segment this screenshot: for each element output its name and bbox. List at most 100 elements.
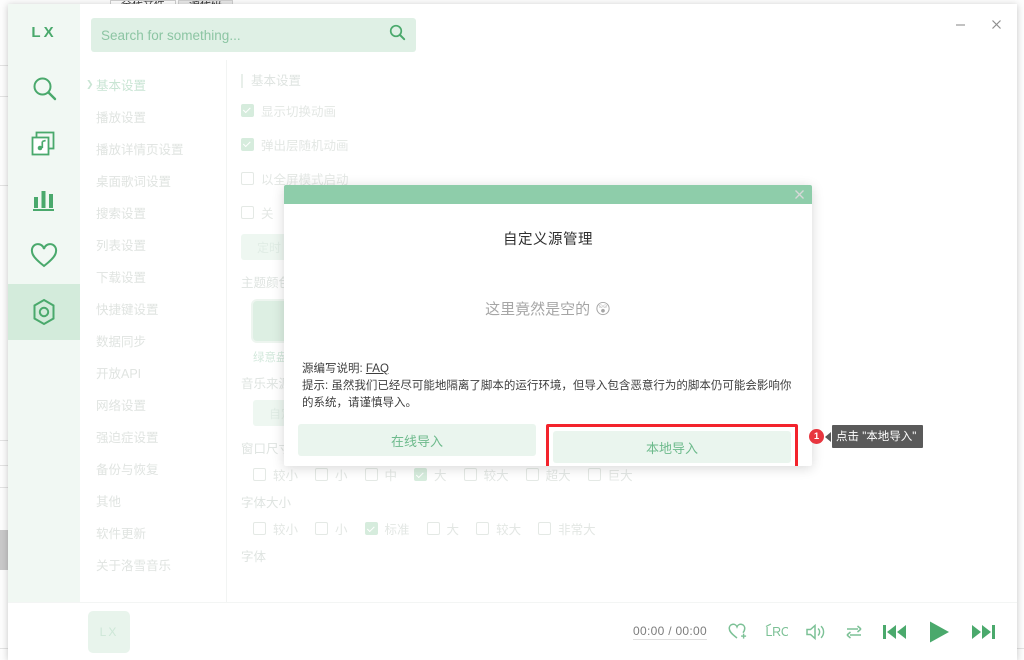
sidebar-item-settings[interactable] (8, 284, 80, 340)
add-to-favorites-icon[interactable] (728, 622, 748, 641)
topbar (80, 4, 1017, 60)
checkbox-box[interactable] (476, 522, 490, 535)
settings-nav-item-play[interactable]: 播放设置 (80, 100, 226, 132)
option-label: 较小 (273, 523, 299, 537)
sidebar-item-ranking[interactable] (8, 172, 80, 228)
option-font-size[interactable]: 较大 (476, 519, 521, 538)
checkbox-box[interactable] (253, 468, 266, 481)
checkbox-box[interactable] (463, 468, 477, 481)
close-icon (990, 18, 1003, 36)
option-window-size[interactable]: 小 (315, 465, 348, 484)
volume-icon[interactable] (805, 623, 827, 641)
settings-nav-item-download[interactable]: 下载设置 (80, 260, 226, 292)
close-icon[interactable] (793, 188, 806, 201)
font-label: 字体 (241, 550, 267, 564)
checkbox-box[interactable] (315, 522, 329, 535)
settings-nav-item-basic[interactable]: ❯ 基本设置 (80, 68, 226, 100)
option-font-size[interactable]: 标准 (364, 519, 410, 538)
option-window-size[interactable]: 巨大 (587, 465, 633, 484)
previous-track-button[interactable] (881, 621, 908, 643)
settings-nav-item-ocd[interactable]: 强迫症设置 (80, 420, 226, 452)
search-input[interactable] (101, 27, 389, 43)
checkbox-label: 弹出层随机动画 (261, 138, 349, 153)
checkbox-box[interactable] (241, 171, 254, 185)
settings-nav-item-desktop-lyrics[interactable]: 桌面歌词设置 (80, 164, 226, 196)
option-font-size[interactable]: 大 (426, 519, 459, 538)
settings-nav-item-backup-restore[interactable]: 备份与恢复 (80, 452, 226, 484)
faq-link[interactable]: FAQ (366, 363, 389, 375)
album-art-placeholder[interactable]: LX (88, 610, 130, 653)
sidebar-item-search[interactable] (8, 60, 80, 116)
settings-nav-label: 关于洛雪音乐 (96, 558, 172, 573)
settings-nav-item-network[interactable]: 网络设置 (80, 388, 226, 420)
option-window-size[interactable]: 较大 (463, 465, 509, 484)
settings-nav-item-data-sync[interactable]: 数据同步 (80, 324, 226, 356)
checkbox-box[interactable] (587, 468, 601, 481)
close-button[interactable] (979, 14, 1013, 40)
option-label: 较大 (496, 523, 522, 537)
sidebar-item-favorites[interactable] (8, 228, 80, 284)
checkbox-box[interactable] (364, 468, 378, 481)
chart-ranking-icon (31, 188, 57, 212)
settings-nav-label: 快捷键设置 (96, 302, 159, 317)
search-bar[interactable] (91, 18, 416, 52)
option-font-size[interactable]: 较小 (253, 519, 298, 538)
option-window-size[interactable]: 大 (414, 465, 447, 484)
option-label: 中 (384, 469, 398, 483)
settings-nav-label: 软件更新 (96, 526, 147, 541)
window-size-options: 较小 小 中 大 较大 超大 巨大 (253, 465, 1017, 484)
settings-nav-item-search[interactable]: 搜索设置 (80, 196, 226, 228)
option-label: 较大 (483, 469, 509, 483)
checkbox-popup-random-animation[interactable]: 弹出层随机动画 (241, 132, 1017, 156)
sidebar: LX (8, 4, 80, 660)
settings-nav-label: 搜索设置 (96, 206, 147, 221)
minimize-button[interactable] (943, 14, 977, 40)
settings-nav-label: 其他 (96, 494, 122, 509)
settings-nav-item-other[interactable]: 其他 (80, 484, 226, 516)
play-button[interactable] (925, 619, 953, 645)
checkbox-box[interactable] (525, 468, 539, 481)
settings-nav-item-open-api[interactable]: 开放API (80, 356, 226, 388)
checkbox-box[interactable] (414, 468, 428, 481)
option-font-size[interactable]: 小 (315, 519, 348, 538)
checkbox-box[interactable] (426, 522, 440, 535)
checkbox-box[interactable] (241, 205, 254, 219)
option-label: 非常大 (558, 523, 596, 537)
online-import-button[interactable]: 在线导入 (298, 424, 536, 456)
option-window-size[interactable]: 中 (364, 465, 398, 484)
settings-nav-item-hotkeys[interactable]: 快捷键设置 (80, 292, 226, 324)
source-doc-prefix: 源编写说明: (302, 363, 366, 375)
option-window-size[interactable]: 较小 (253, 465, 298, 484)
checkbox-box[interactable] (364, 522, 378, 535)
sidebar-item-library[interactable] (8, 116, 80, 172)
checkbox-show-switch-animation[interactable]: 显示切换动画 (241, 98, 1017, 122)
local-import-button[interactable]: 本地导入 (553, 431, 791, 463)
settings-nav-item-list[interactable]: 列表设置 (80, 228, 226, 260)
checkbox-box[interactable] (241, 137, 254, 151)
option-window-size[interactable]: 超大 (525, 465, 571, 484)
checkbox-box[interactable] (315, 468, 329, 481)
callout-step-badge: 1 (809, 429, 824, 444)
player-controls: 00:00 / 00:00 LRC (633, 619, 997, 645)
search-icon[interactable] (389, 24, 406, 46)
settings-nav-item-update[interactable]: 软件更新 (80, 516, 226, 548)
checkbox-box[interactable] (241, 103, 254, 117)
repeat-mode-icon[interactable] (844, 623, 864, 641)
dialog-notes: 源编写说明: FAQ 提示: 虽然我们已经尽可能地隔离了脚本的运行环境，但导入包… (302, 361, 794, 412)
background-scrollbar-thumb[interactable] (0, 530, 8, 570)
time-display: 00:00 / 00:00 (633, 623, 707, 640)
lyrics-lrc-icon[interactable]: LRC (765, 623, 788, 640)
settings-nav-label: 数据同步 (96, 334, 147, 349)
local-import-highlight: 本地导入 (546, 424, 798, 466)
settings-nav-item-play-detail[interactable]: 播放详情页设置 (80, 132, 226, 164)
checkbox-box[interactable] (253, 522, 266, 535)
option-label: 巨大 (607, 469, 633, 483)
checkbox-box[interactable] (538, 522, 552, 535)
option-label: 标准 (384, 523, 410, 537)
option-font-size[interactable]: 非常大 (538, 519, 596, 538)
next-track-button[interactable] (970, 621, 997, 643)
settings-nav-label: 强迫症设置 (96, 430, 159, 445)
option-label: 超大 (545, 469, 571, 483)
settings-nav-item-about[interactable]: 关于洛雪音乐 (80, 548, 226, 580)
empty-state-message: 这里竟然是空的 😲 (284, 298, 812, 319)
